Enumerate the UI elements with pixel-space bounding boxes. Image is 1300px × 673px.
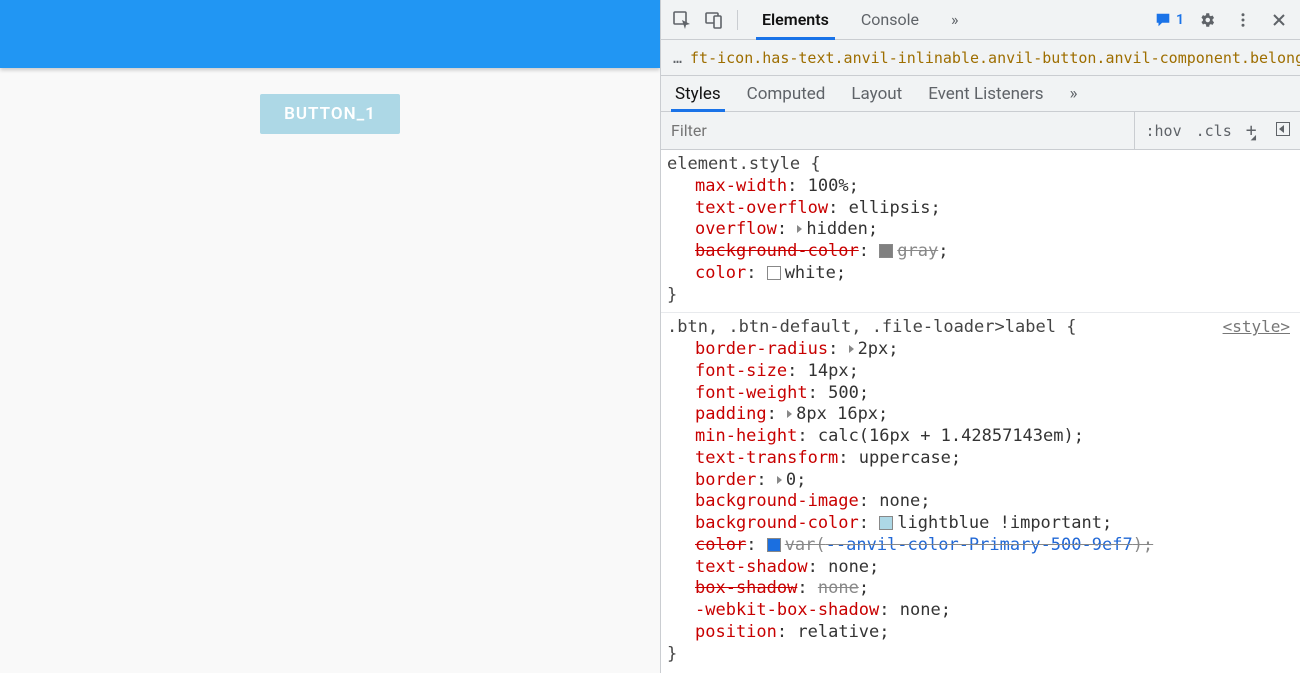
css-declaration[interactable]: border: 0; xyxy=(695,470,1290,492)
hov-toggle[interactable]: :hov xyxy=(1145,122,1181,140)
css-declaration[interactable]: color: var(--anvil-color-Primary-500-9ef… xyxy=(695,535,1290,557)
rule-selector[interactable]: .btn, .btn-default, .file-loader>label xyxy=(667,317,1056,337)
expand-shorthand-icon[interactable] xyxy=(797,225,802,233)
css-declaration[interactable]: max-width: 100%; xyxy=(695,176,1290,198)
css-declaration[interactable]: background-color: lightblue !important; xyxy=(695,513,1290,535)
devtools-top-bar: Elements Console » 1 xyxy=(661,0,1300,40)
settings-gear-icon[interactable] xyxy=(1194,7,1220,33)
tab-overflow[interactable]: » xyxy=(945,0,965,39)
new-style-rule-button[interactable]: +◢ xyxy=(1246,122,1262,140)
css-declaration[interactable]: text-shadow: none; xyxy=(695,557,1290,579)
css-rule: element.style {max-width: 100%;text-over… xyxy=(661,150,1300,312)
kebab-menu-icon[interactable] xyxy=(1230,7,1256,33)
color-swatch-icon[interactable] xyxy=(879,516,893,530)
rule-selector[interactable]: element.style xyxy=(667,154,800,174)
app-button-1[interactable]: BUTTON_1 xyxy=(260,94,400,134)
subtab-styles[interactable]: Styles xyxy=(675,76,721,111)
css-declaration[interactable]: color: white; xyxy=(695,263,1290,285)
css-declaration[interactable]: font-weight: 500; xyxy=(695,383,1290,405)
devtools-panel: Elements Console » 1 … ft-icon.has-text.… xyxy=(660,0,1300,673)
css-declaration[interactable]: background-image: none; xyxy=(695,491,1290,513)
app-preview-pane: BUTTON_1 xyxy=(0,0,660,673)
expand-shorthand-icon[interactable] xyxy=(849,345,854,353)
css-declaration[interactable]: -webkit-box-shadow: none; xyxy=(695,600,1290,622)
css-declaration[interactable]: font-size: 14px; xyxy=(695,361,1290,383)
styles-filter-tools: :hov .cls +◢ xyxy=(1134,112,1300,149)
subtab-layout[interactable]: Layout xyxy=(851,76,902,111)
dom-breadcrumb[interactable]: … ft-icon.has-text.anvil-inlinable.anvil… xyxy=(661,40,1300,76)
subtab-event-listeners[interactable]: Event Listeners xyxy=(928,76,1043,111)
color-swatch-icon[interactable] xyxy=(879,244,893,258)
expand-shorthand-icon[interactable] xyxy=(787,410,792,418)
css-declaration[interactable]: min-height: calc(16px + 1.42857143em); xyxy=(695,426,1290,448)
breadcrumb-path: ft-icon.has-text.anvil-inlinable.anvil-b… xyxy=(690,49,1300,67)
breadcrumb-overflow-left: … xyxy=(673,49,682,67)
styles-filter-row: :hov .cls +◢ xyxy=(661,112,1300,150)
subtab-overflow[interactable]: » xyxy=(1070,76,1078,111)
close-devtools-icon[interactable] xyxy=(1266,7,1292,33)
toggle-sidebar-icon[interactable] xyxy=(1276,122,1290,140)
subtab-computed[interactable]: Computed xyxy=(747,76,826,111)
devtools-top-tabs: Elements Console » xyxy=(748,0,1148,39)
device-toolbar-icon[interactable] xyxy=(701,7,727,33)
styles-rules-list: element.style {max-width: 100%;text-over… xyxy=(661,150,1300,673)
css-declaration[interactable]: text-transform: uppercase; xyxy=(695,448,1290,470)
inspect-element-icon[interactable] xyxy=(669,7,695,33)
css-declaration[interactable]: background-color: gray; xyxy=(695,241,1290,263)
messages-count: 1 xyxy=(1176,12,1184,28)
css-declaration[interactable]: border-radius: 2px; xyxy=(695,339,1290,361)
css-declaration[interactable]: text-overflow: ellipsis; xyxy=(695,198,1290,220)
styles-filter-input[interactable] xyxy=(661,112,1134,149)
css-rule: <style> .btn, .btn-default, .file-loader>… xyxy=(661,312,1300,671)
separator xyxy=(737,10,738,30)
devtools-right-icons: 1 xyxy=(1154,7,1294,33)
app-header-bar xyxy=(0,0,660,68)
cls-toggle[interactable]: .cls xyxy=(1196,122,1232,140)
tab-elements[interactable]: Elements xyxy=(756,0,835,39)
css-declaration[interactable]: overflow: hidden; xyxy=(695,219,1290,241)
color-swatch-icon[interactable] xyxy=(767,538,781,552)
app-body: BUTTON_1 xyxy=(0,68,660,134)
css-declaration[interactable]: position: relative; xyxy=(695,622,1290,644)
rule-source-link[interactable]: <style> xyxy=(1223,317,1290,337)
css-declaration[interactable]: box-shadow: none; xyxy=(695,578,1290,600)
tab-console[interactable]: Console xyxy=(855,0,925,39)
styles-subtabs: Styles Computed Layout Event Listeners » xyxy=(661,76,1300,112)
messages-badge-icon[interactable]: 1 xyxy=(1154,11,1184,29)
expand-shorthand-icon[interactable] xyxy=(777,476,782,484)
css-declaration[interactable]: padding: 8px 16px; xyxy=(695,404,1290,426)
color-swatch-icon[interactable] xyxy=(767,266,781,280)
